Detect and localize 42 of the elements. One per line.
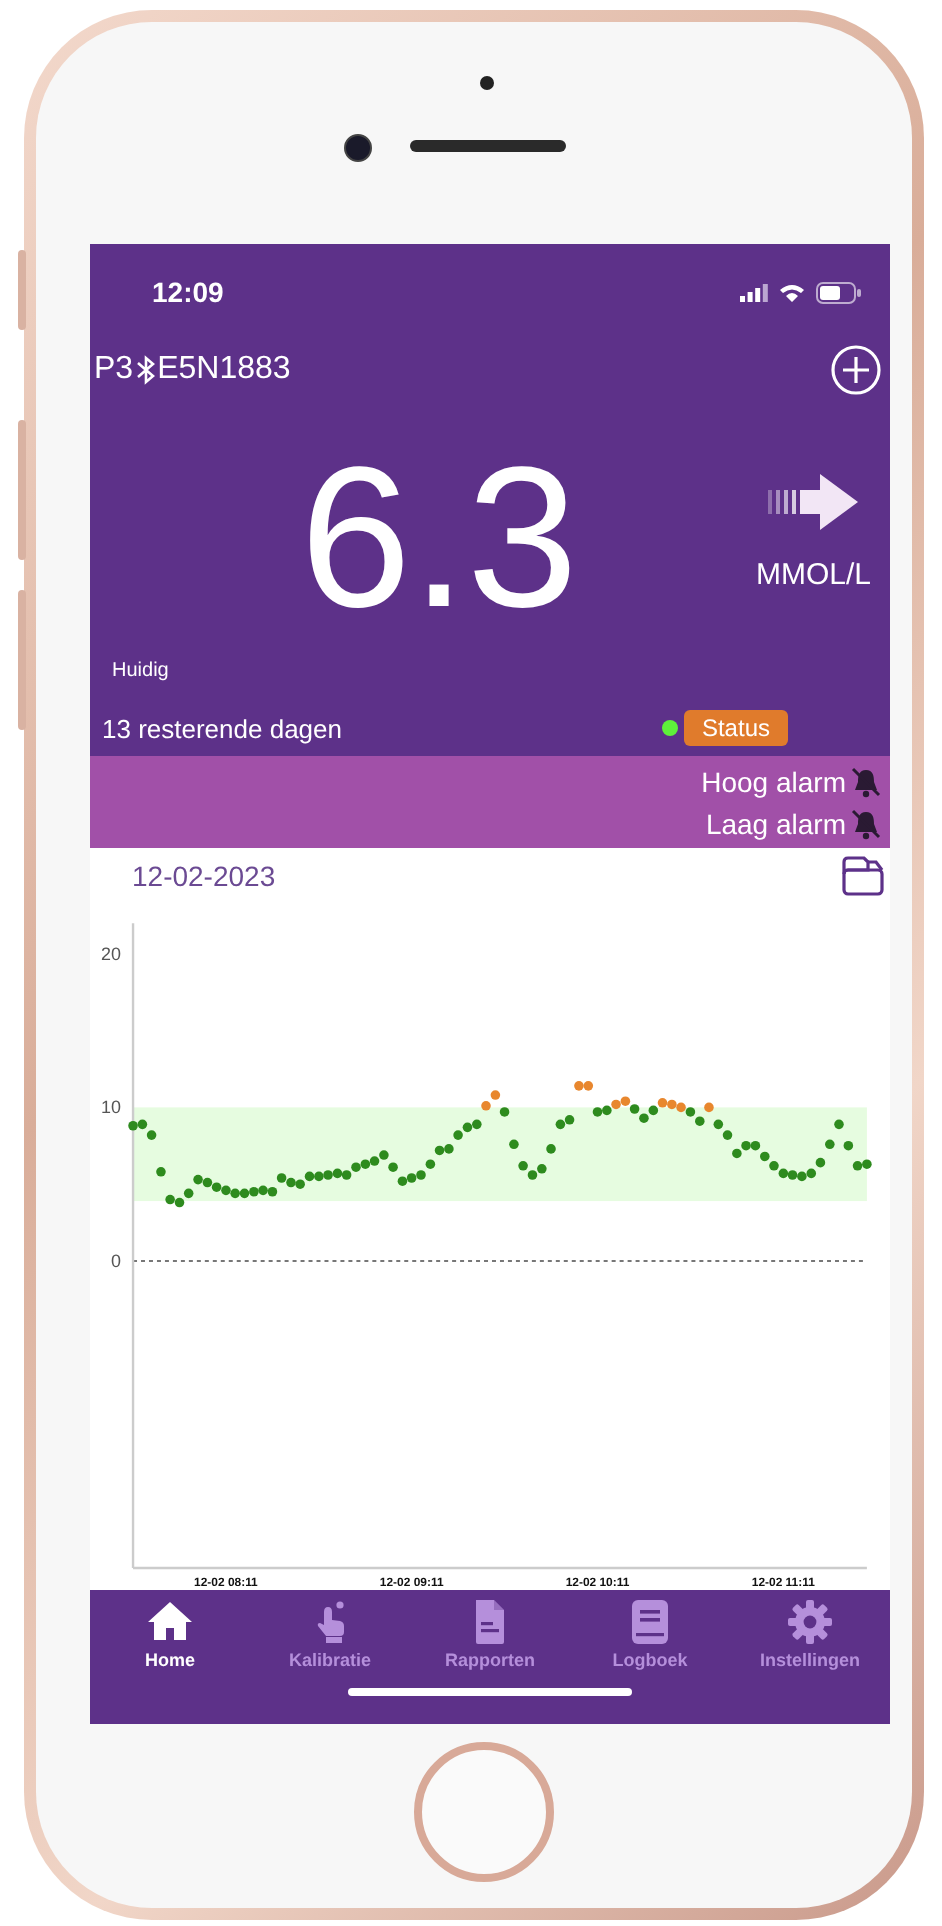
bluetooth-icon bbox=[135, 354, 156, 386]
alarm-label: Hoog alarm bbox=[701, 765, 846, 797]
settings-icon bbox=[786, 1598, 834, 1646]
tab-button[interactable]: Instellingen bbox=[732, 1598, 888, 1670]
data-point bbox=[156, 1167, 166, 1177]
unit-label: MMOL/L bbox=[756, 557, 872, 591]
data-point bbox=[825, 1139, 835, 1150]
document-stack-icon bbox=[840, 853, 884, 897]
battery-icon bbox=[816, 281, 862, 303]
data-point bbox=[834, 1119, 844, 1130]
current-label: Huidig bbox=[110, 660, 171, 686]
export-button[interactable] bbox=[840, 853, 884, 897]
chart-date: 12-02-2023 bbox=[132, 859, 276, 891]
status-button[interactable]: Status bbox=[683, 710, 788, 746]
alarm-label: Laag alarm bbox=[705, 807, 846, 839]
data-point bbox=[546, 1144, 556, 1154]
data-point bbox=[509, 1139, 519, 1150]
muted-bell-icon[interactable] bbox=[850, 765, 882, 797]
data-point bbox=[843, 1140, 854, 1151]
signal-icon bbox=[740, 283, 768, 301]
data-point bbox=[499, 1107, 510, 1117]
add-icon[interactable] bbox=[830, 344, 882, 396]
camera-lens bbox=[344, 134, 372, 162]
device-slot: P3 bbox=[94, 352, 134, 388]
house-icon bbox=[146, 1598, 194, 1646]
device-serial: E5N1883 bbox=[157, 352, 291, 388]
wifi-icon bbox=[778, 282, 806, 302]
sensor-dot bbox=[480, 76, 494, 90]
status-dot bbox=[661, 720, 678, 736]
tab-button[interactable]: Logboek bbox=[572, 1598, 728, 1670]
data-point bbox=[704, 1102, 714, 1113]
tab-button[interactable]: Home bbox=[92, 1598, 248, 1670]
remaining-days: 13 resterende dagen bbox=[102, 713, 342, 743]
y-tick-label: 0 bbox=[111, 1250, 122, 1271]
status-time: 12:09 bbox=[152, 276, 224, 308]
tab-button[interactable]: Rapporten bbox=[412, 1598, 568, 1670]
book-icon bbox=[626, 1598, 674, 1646]
tab-button[interactable]: Kalibratie bbox=[252, 1598, 408, 1670]
y-tick-label: 20 bbox=[101, 943, 122, 964]
muted-bell-icon[interactable] bbox=[850, 807, 882, 839]
right-arrow-icon bbox=[767, 469, 860, 533]
y-tick-label: 10 bbox=[101, 1097, 122, 1118]
